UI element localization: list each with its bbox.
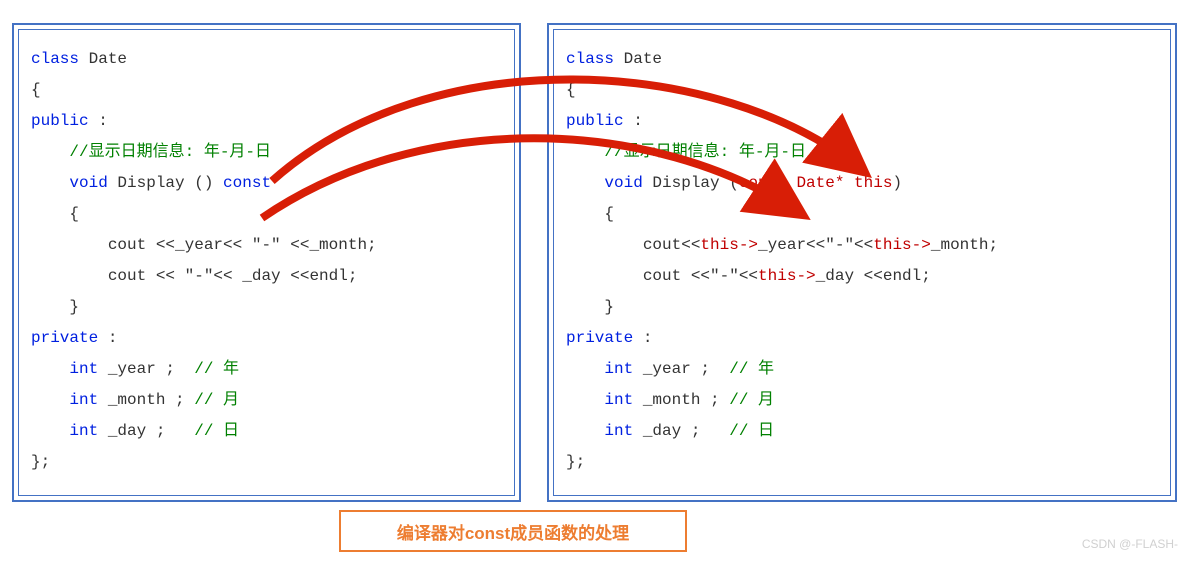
kw-const: const <box>223 174 271 192</box>
txt: ) <box>892 174 902 192</box>
txt: }; <box>566 453 585 471</box>
comment: // 年 <box>729 360 774 378</box>
kw-private: private <box>31 329 98 347</box>
kw-class: class <box>31 50 79 68</box>
txt: { <box>566 81 576 99</box>
watermark: CSDN @-FLASH- <box>1082 537 1178 551</box>
kw-int: int <box>69 391 98 409</box>
caption-text: 编译器对const成员函数的处理 <box>397 519 629 544</box>
kw-int: int <box>604 422 633 440</box>
txt: Date <box>614 50 662 68</box>
code-panel-left: class Date { public : //显示日期信息: 年-月-日 vo… <box>12 23 521 502</box>
code-right-inner: class Date { public : //显示日期信息: 年-月-日 vo… <box>553 29 1171 496</box>
txt: : <box>98 329 117 347</box>
txt <box>31 422 69 440</box>
txt: _month; <box>931 236 998 254</box>
highlight-this: this-> <box>873 236 931 254</box>
txt <box>566 174 604 192</box>
comment: // 月 <box>729 391 774 409</box>
kw-void: void <box>69 174 107 192</box>
txt: cout <<_year<< "-" <<_month; <box>31 236 377 254</box>
highlight-param: const Date* this <box>739 174 893 192</box>
comment: //显示日期信息: 年-月-日 <box>604 143 806 161</box>
txt: Date <box>79 50 127 68</box>
txt: cout <<"-"<< <box>566 267 758 285</box>
txt: { <box>31 81 41 99</box>
txt: : <box>89 112 108 130</box>
kw-class: class <box>566 50 614 68</box>
txt: cout<< <box>566 236 700 254</box>
txt: : <box>624 112 643 130</box>
txt <box>31 143 69 161</box>
code-panel-right: class Date { public : //显示日期信息: 年-月-日 vo… <box>547 23 1177 502</box>
txt: _day <<endl; <box>816 267 931 285</box>
kw-public: public <box>31 112 89 130</box>
txt <box>566 391 604 409</box>
txt: _year ; <box>98 360 194 378</box>
txt: }; <box>31 453 50 471</box>
kw-public: public <box>566 112 624 130</box>
kw-int: int <box>604 391 633 409</box>
txt: { <box>566 205 614 223</box>
txt <box>566 143 604 161</box>
highlight-this: this-> <box>758 267 816 285</box>
kw-int: int <box>69 422 98 440</box>
txt: _year ; <box>633 360 729 378</box>
txt: _year<<"-"<< <box>758 236 873 254</box>
kw-void: void <box>604 174 642 192</box>
txt: } <box>31 298 79 316</box>
txt <box>566 360 604 378</box>
comment: // 月 <box>194 391 239 409</box>
kw-int: int <box>69 360 98 378</box>
txt <box>31 360 69 378</box>
txt: _month ; <box>98 391 194 409</box>
txt: _day ; <box>98 422 194 440</box>
comment: //显示日期信息: 年-月-日 <box>69 143 271 161</box>
comment: // 日 <box>729 422 774 440</box>
txt: Display ( <box>643 174 739 192</box>
txt: { <box>31 205 79 223</box>
highlight-this: this-> <box>700 236 758 254</box>
comment: // 年 <box>194 360 239 378</box>
txt: : <box>633 329 652 347</box>
txt <box>31 174 69 192</box>
comment: // 日 <box>194 422 239 440</box>
caption-box: 编译器对const成员函数的处理 <box>339 510 687 552</box>
txt: Display () <box>108 174 223 192</box>
kw-private: private <box>566 329 633 347</box>
txt: _day ; <box>633 422 729 440</box>
kw-int: int <box>604 360 633 378</box>
code-left-inner: class Date { public : //显示日期信息: 年-月-日 vo… <box>18 29 515 496</box>
txt: _month ; <box>633 391 729 409</box>
txt <box>31 391 69 409</box>
txt: } <box>566 298 614 316</box>
txt: cout << "-"<< _day <<endl; <box>31 267 357 285</box>
txt <box>566 422 604 440</box>
